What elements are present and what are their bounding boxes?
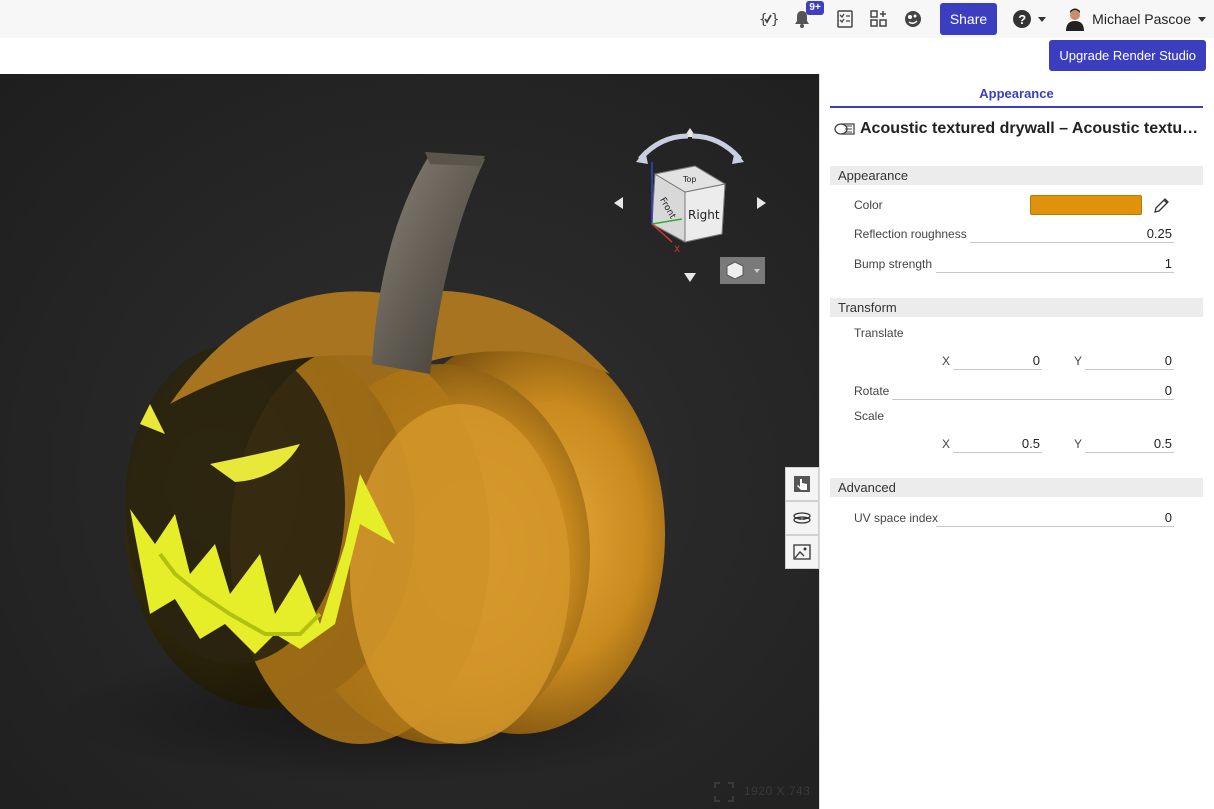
rotate-label: Rotate <box>854 384 890 398</box>
reflection-roughness-input[interactable]: 0.25 <box>970 225 1174 243</box>
bump-strength-label: Bump strength <box>854 257 933 271</box>
share-button[interactable]: Share <box>939 3 998 35</box>
translate-y-label: Y <box>1074 354 1083 368</box>
pumpkin-render: Right Front Top X <box>60 128 766 784</box>
user-menu[interactable]: Michael Pascoe <box>1064 7 1206 31</box>
scale-y-label: Y <box>1074 437 1083 451</box>
fullscreen-icon[interactable] <box>714 782 734 802</box>
transform-section-header[interactable]: Transform <box>830 298 1203 317</box>
view-cube: Right Front Top X <box>614 128 766 284</box>
learning-center-icon[interactable] <box>901 7 925 31</box>
svg-text:X: X <box>674 245 680 255</box>
translate-x-input[interactable]: 0 <box>953 352 1042 370</box>
avatar <box>1066 8 1085 31</box>
color-swatch[interactable] <box>1030 195 1142 215</box>
material-library-icon <box>793 512 811 524</box>
chevron-down-icon <box>1198 16 1206 22</box>
app-store-icon[interactable] <box>867 7 891 31</box>
material-title-text: Acoustic textured drywall – Acoustic tex… <box>860 120 1204 137</box>
notifications-badge: 9+ <box>806 1 824 15</box>
translate-label: Translate <box>854 326 904 340</box>
color-label: Color <box>854 198 883 212</box>
appearance-panel: Appearance Acoustic textured drywall – A… <box>819 74 1214 809</box>
notifications-bell-icon[interactable]: 9+ <box>790 1 824 31</box>
scale-x-label: X <box>942 437 951 451</box>
environment-icon <box>793 544 811 560</box>
appearance-section-header[interactable]: Appearance <box>830 166 1203 185</box>
variables-icon[interactable]: {} <box>756 7 780 31</box>
bump-strength-input[interactable]: 1 <box>936 255 1174 273</box>
upgrade-render-studio-button[interactable]: Upgrade Render Studio <box>1049 40 1206 71</box>
help-menu[interactable]: ? <box>1013 10 1047 28</box>
user-name: Michael Pascoe <box>1092 11 1191 27</box>
render-viewport[interactable]: Right Front Top X 1920 X 743 <box>0 74 819 809</box>
translate-x-label: X <box>942 354 951 368</box>
tab-appearance[interactable]: Appearance <box>830 86 1203 108</box>
rotate-input[interactable]: 0 <box>892 382 1174 400</box>
hand-pointer-icon <box>794 476 810 492</box>
translate-y-input[interactable]: 0 <box>1085 352 1174 370</box>
advanced-section-header[interactable]: Advanced <box>830 478 1203 497</box>
material-title: Acoustic textured drywall – Acoustic tex… <box>834 120 1204 138</box>
svg-text:Top: Top <box>682 175 697 184</box>
svg-text:Right: Right <box>688 208 720 222</box>
pencil-icon[interactable] <box>1152 197 1170 215</box>
scale-label: Scale <box>854 409 885 423</box>
uv-space-index-input[interactable]: 0 <box>936 509 1174 527</box>
task-list-icon[interactable] <box>833 7 857 31</box>
help-icon: ? <box>1013 10 1032 28</box>
uv-space-index-label: UV space index <box>854 511 939 525</box>
chevron-down-icon <box>1038 16 1047 22</box>
materials-button[interactable] <box>785 501 819 535</box>
reflection-roughness-label: Reflection roughness <box>854 227 967 241</box>
scale-y-input[interactable]: 0.5 <box>1085 435 1174 453</box>
material-swatch-icon <box>834 123 855 135</box>
top-bar: {} 9+ Share ? Michael Pascoe <box>0 0 1214 38</box>
environment-button[interactable] <box>785 535 819 569</box>
select-tool-button[interactable] <box>785 467 819 501</box>
viewport-side-toolbar <box>785 467 819 569</box>
svg-text:}: } <box>771 12 778 28</box>
scale-x-input[interactable]: 0.5 <box>953 435 1042 453</box>
resolution-label: 1920 X 743 <box>744 784 811 798</box>
